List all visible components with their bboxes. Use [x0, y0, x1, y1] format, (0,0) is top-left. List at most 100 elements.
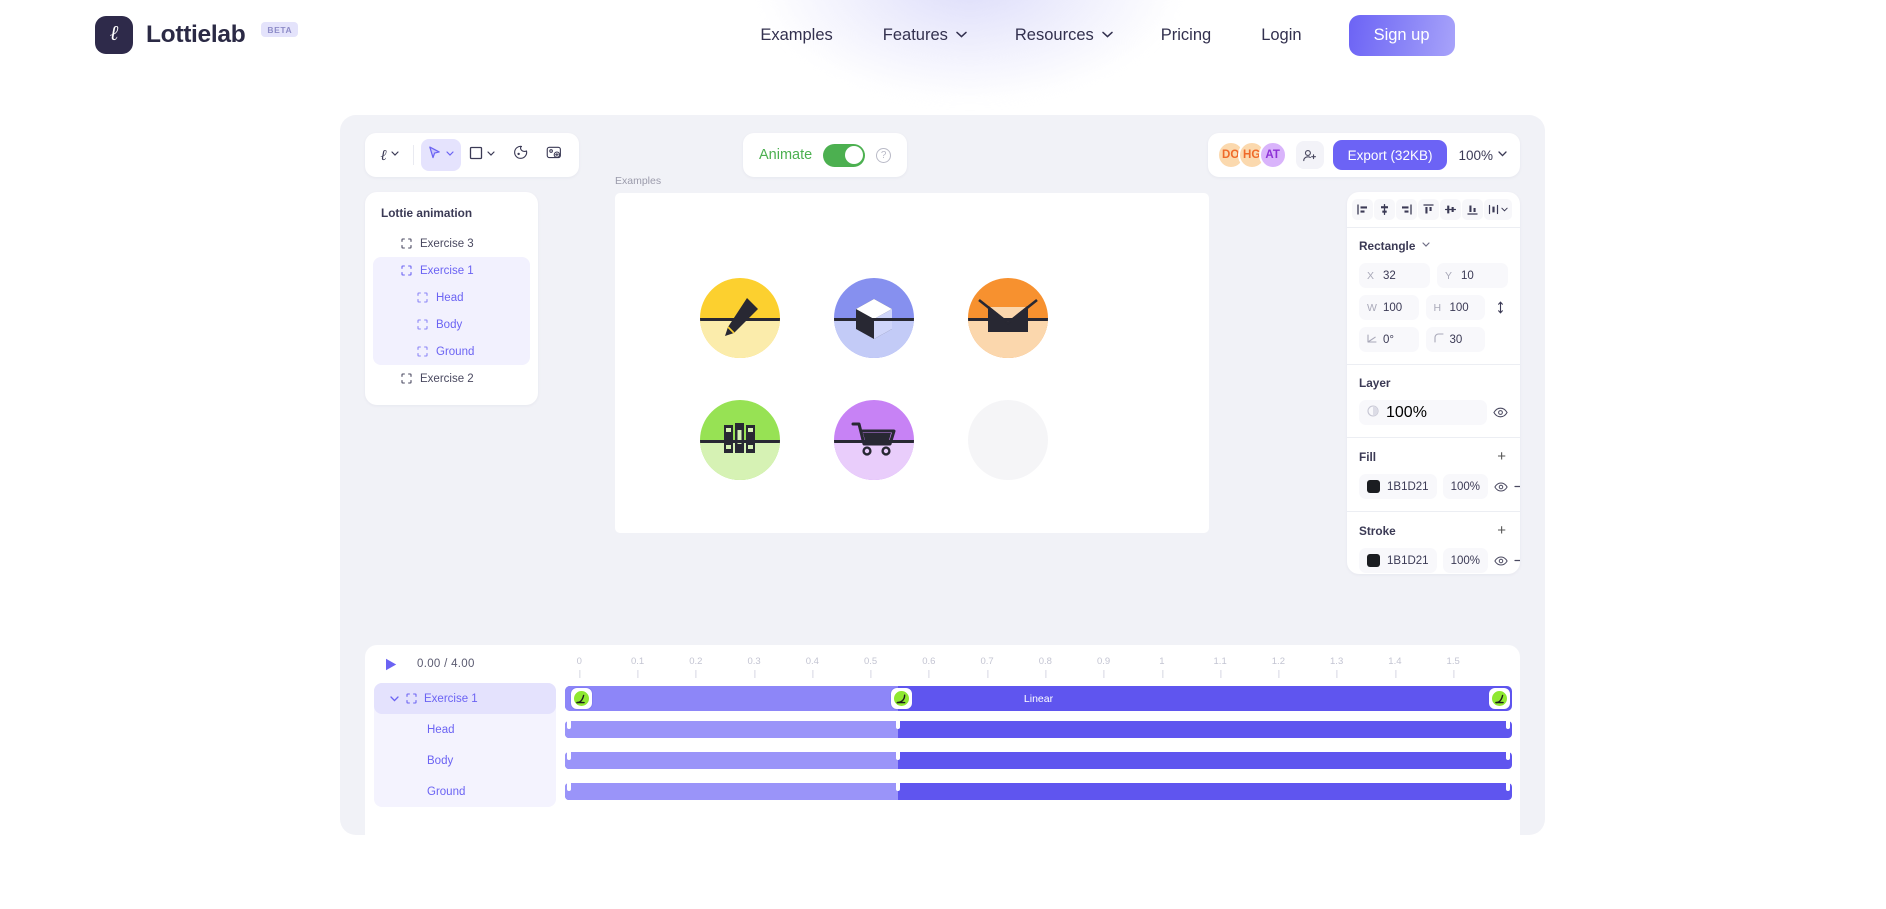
- site-header: ℓ Lottielab BETA Examples Features Resou…: [0, 0, 1886, 70]
- chevron-down-icon: [956, 31, 967, 40]
- timeline-ruler[interactable]: 0 0.1 0.2 0.3 0.4 0.5 0.6 0.7 0.8 0.9 1 …: [565, 645, 1520, 683]
- add-image-tool[interactable]: [538, 139, 570, 171]
- h-value: 100: [1449, 301, 1469, 314]
- keyframe-marker[interactable]: [1489, 688, 1511, 709]
- align-center-vertical-icon[interactable]: [1440, 199, 1461, 220]
- eye-icon[interactable]: [1494, 481, 1508, 492]
- keyframe-marker[interactable]: [890, 688, 912, 709]
- nav-examples-label: Examples: [760, 25, 833, 44]
- distribute-icon[interactable]: [1484, 199, 1512, 220]
- nav-pricing[interactable]: Pricing: [1136, 26, 1236, 45]
- zoom-level-label: 100%: [1458, 147, 1493, 163]
- editor-window: ℓ Animate ? DO HG AT Export (32KB) 100% …: [340, 115, 1545, 835]
- beta-badge: BETA: [261, 21, 299, 37]
- time-separator: /: [444, 658, 448, 670]
- keyframe-handle[interactable]: [1505, 778, 1510, 791]
- canvas-item[interactable]: [807, 379, 941, 501]
- track-bar-head[interactable]: [565, 721, 1512, 738]
- pen-tool[interactable]: ℓ: [374, 139, 406, 171]
- asset-tool[interactable]: [504, 139, 536, 171]
- timeline-row-ground[interactable]: Ground: [374, 776, 556, 807]
- x-input[interactable]: X 32: [1359, 263, 1430, 288]
- add-user-icon[interactable]: [1295, 141, 1324, 169]
- fill-swatch[interactable]: [1367, 480, 1380, 493]
- fill-opacity-input[interactable]: 100%: [1442, 474, 1488, 499]
- chevron-down-icon[interactable]: [390, 693, 399, 705]
- export-button[interactable]: Export (32KB): [1332, 140, 1448, 170]
- keyframe-handle[interactable]: [896, 778, 901, 791]
- script-l-icon: ℓ: [380, 145, 387, 164]
- canvas-item[interactable]: [941, 257, 1075, 379]
- minus-icon[interactable]: [1514, 559, 1520, 562]
- nav-login[interactable]: Login: [1236, 26, 1326, 45]
- avatar[interactable]: AT: [1258, 141, 1287, 169]
- keyframe-handle[interactable]: [567, 747, 572, 760]
- width-input[interactable]: W 100: [1359, 295, 1419, 320]
- layer-item-exercise-1[interactable]: Exercise 1: [373, 257, 530, 284]
- align-bottom-icon[interactable]: [1462, 199, 1483, 220]
- track-bar-exercise-1[interactable]: Linear: [565, 686, 1512, 711]
- timeline-row-exercise-1[interactable]: Exercise 1: [374, 683, 556, 714]
- zoom-level-dropdown[interactable]: 100%: [1456, 148, 1507, 163]
- track-bar-ground[interactable]: [565, 783, 1512, 800]
- frame-icon: [406, 693, 417, 704]
- nav-resources[interactable]: Resources: [990, 26, 1136, 45]
- layer-item-head[interactable]: Head: [373, 284, 530, 311]
- shape-tool[interactable]: [463, 139, 502, 171]
- link-ratio-icon[interactable]: [1492, 301, 1508, 314]
- play-icon[interactable]: [365, 657, 417, 672]
- rotation-input[interactable]: 0°: [1359, 327, 1419, 352]
- keyframe-handle[interactable]: [567, 716, 572, 729]
- keyframe-handle[interactable]: [1505, 716, 1510, 729]
- align-top-icon[interactable]: [1418, 199, 1439, 220]
- timeline-row-body[interactable]: Body: [374, 745, 556, 776]
- canvas-item[interactable]: [807, 257, 941, 379]
- tick-label: 0.8: [1038, 656, 1052, 667]
- nav-examples[interactable]: Examples: [735, 26, 857, 45]
- keyframe-handle[interactable]: [896, 716, 901, 729]
- y-input[interactable]: Y 10: [1437, 263, 1508, 288]
- frame-icon: [401, 238, 412, 249]
- keyframe-handle[interactable]: [896, 747, 901, 760]
- plus-icon[interactable]: +: [1495, 449, 1508, 464]
- corner-radius-input[interactable]: 30: [1425, 327, 1485, 352]
- keyframe-handle[interactable]: [1505, 747, 1510, 760]
- brand-logo[interactable]: ℓ Lottielab BETA: [95, 16, 299, 54]
- align-center-horizontal-icon[interactable]: [1374, 199, 1395, 220]
- animate-toggle[interactable]: [823, 143, 866, 167]
- layer-item-exercise-2[interactable]: Exercise 2: [373, 365, 530, 392]
- nav-features[interactable]: Features: [858, 26, 990, 45]
- plus-icon[interactable]: +: [1495, 523, 1508, 538]
- canvas-item[interactable]: [941, 379, 1075, 501]
- layer-opacity-input[interactable]: 100%: [1359, 400, 1487, 425]
- shopping-cart-icon: [834, 400, 914, 480]
- timeline-row-head[interactable]: Head: [374, 714, 556, 745]
- question-circle-icon[interactable]: ?: [876, 147, 892, 163]
- align-right-icon[interactable]: [1396, 199, 1417, 220]
- track-bar-body[interactable]: [565, 752, 1512, 769]
- stroke-swatch[interactable]: [1367, 554, 1380, 567]
- tick-label: 1: [1159, 656, 1165, 667]
- shape-type-dropdown[interactable]: Rectangle: [1359, 239, 1508, 253]
- canvas-item[interactable]: [673, 257, 807, 379]
- eye-icon[interactable]: [1494, 555, 1508, 566]
- eye-icon[interactable]: [1493, 407, 1508, 418]
- timeline-row-label: Head: [427, 723, 455, 736]
- canvas-item[interactable]: [673, 379, 807, 501]
- timeline-time-display[interactable]: 0.00 / 4.00: [417, 658, 475, 670]
- keyframe-marker[interactable]: [570, 688, 592, 709]
- fill-color-input[interactable]: 1B1D21: [1359, 474, 1437, 499]
- keyframe-handle[interactable]: [567, 778, 572, 791]
- stroke-opacity-input[interactable]: 100%: [1442, 548, 1488, 573]
- layer-item-exercise-3[interactable]: Exercise 3: [373, 230, 530, 257]
- stroke-color-input[interactable]: 1B1D21: [1359, 548, 1437, 573]
- align-left-icon[interactable]: [1352, 199, 1373, 220]
- primary-nav: Examples Features Resources Pricing Logi…: [735, 14, 1455, 56]
- select-tool[interactable]: [421, 139, 461, 171]
- canvas-artboard[interactable]: [615, 193, 1209, 533]
- minus-icon[interactable]: [1514, 485, 1520, 488]
- layer-item-body[interactable]: Body: [373, 311, 530, 338]
- signup-button[interactable]: Sign up: [1348, 14, 1455, 56]
- height-input[interactable]: H 100: [1425, 295, 1485, 320]
- layer-item-ground[interactable]: Ground: [373, 338, 530, 365]
